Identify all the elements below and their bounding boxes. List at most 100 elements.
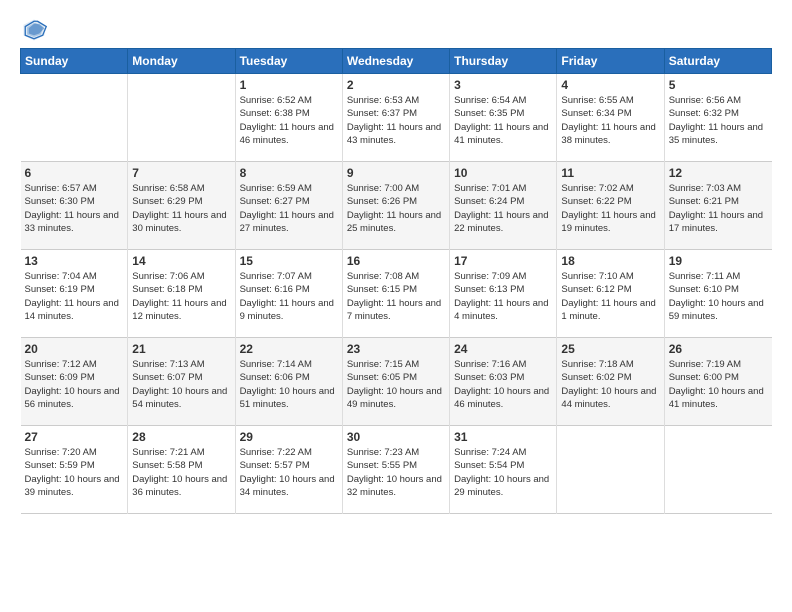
day-number: 24 (454, 342, 552, 356)
calendar-week-row: 1Sunrise: 6:52 AM Sunset: 6:38 PM Daylig… (21, 74, 772, 162)
day-info: Sunrise: 6:53 AM Sunset: 6:37 PM Dayligh… (347, 94, 445, 147)
day-info: Sunrise: 7:00 AM Sunset: 6:26 PM Dayligh… (347, 182, 445, 235)
calendar-cell: 7 Sunrise: 6:58 AM Sunset: 6:29 PM Daylig… (128, 162, 235, 250)
day-info: Sunrise: 7:03 AM Sunset: 6:21 PM Dayligh… (669, 182, 768, 235)
page-header (20, 16, 772, 44)
day-info: Sunrise: 7:15 AM Sunset: 6:05 PM Dayligh… (347, 358, 445, 411)
day-number: 18 (561, 254, 659, 268)
day-info: Sunrise: 7:20 AM Sunset: 5:59 PM Dayligh… (25, 446, 124, 499)
calendar-cell: 12 Sunrise: 7:03 AM Sunset: 6:21 PM Dayli… (664, 162, 771, 250)
day-number: 30 (347, 430, 445, 444)
calendar-cell: 18 Sunrise: 7:10 AM Sunset: 6:12 PM Dayli… (557, 250, 664, 338)
calendar-cell: 28Sunrise: 7:21 AM Sunset: 5:58 PM Dayli… (128, 426, 235, 514)
day-info: Sunrise: 6:55 AM Sunset: 6:34 PM Dayligh… (561, 94, 659, 147)
logo-icon (20, 16, 48, 44)
day-number: 10 (454, 166, 552, 180)
calendar-cell: 23 Sunrise: 7:15 AM Sunset: 6:05 PM Dayli… (342, 338, 449, 426)
calendar-cell: 5Sunrise: 6:56 AM Sunset: 6:32 PM Daylig… (664, 74, 771, 162)
day-number: 7 (132, 166, 230, 180)
calendar-cell: 22 Sunrise: 7:14 AM Sunset: 6:06 PM Dayli… (235, 338, 342, 426)
day-number: 4 (561, 78, 659, 92)
calendar-cell: 3 Sunrise: 6:54 AM Sunset: 6:35 PM Daylig… (450, 74, 557, 162)
day-info: Sunrise: 7:24 AM Sunset: 5:54 PM Dayligh… (454, 446, 552, 499)
day-of-week-header: Monday (128, 49, 235, 74)
calendar-cell: 10 Sunrise: 7:01 AM Sunset: 6:24 PM Dayli… (450, 162, 557, 250)
day-info: Sunrise: 7:06 AM Sunset: 6:18 PM Dayligh… (132, 270, 230, 323)
day-info: Sunrise: 7:09 AM Sunset: 6:13 PM Dayligh… (454, 270, 552, 323)
day-info: Sunrise: 7:11 AM Sunset: 6:10 PM Dayligh… (669, 270, 768, 323)
day-info: Sunrise: 7:22 AM Sunset: 5:57 PM Dayligh… (240, 446, 338, 499)
calendar-cell: 30 Sunrise: 7:23 AM Sunset: 5:55 PM Dayli… (342, 426, 449, 514)
calendar-cell: 4 Sunrise: 6:55 AM Sunset: 6:34 PM Daylig… (557, 74, 664, 162)
day-number: 15 (240, 254, 338, 268)
day-number: 3 (454, 78, 552, 92)
calendar-cell: 31 Sunrise: 7:24 AM Sunset: 5:54 PM Dayli… (450, 426, 557, 514)
day-of-week-header: Wednesday (342, 49, 449, 74)
calendar-cell: 14 Sunrise: 7:06 AM Sunset: 6:18 PM Dayli… (128, 250, 235, 338)
day-info: Sunrise: 7:16 AM Sunset: 6:03 PM Dayligh… (454, 358, 552, 411)
day-number: 9 (347, 166, 445, 180)
day-of-week-header: Tuesday (235, 49, 342, 74)
calendar-header: SundayMondayTuesdayWednesdayThursdayFrid… (21, 49, 772, 74)
calendar-cell: 2 Sunrise: 6:53 AM Sunset: 6:37 PM Daylig… (342, 74, 449, 162)
calendar-cell: 8 Sunrise: 6:59 AM Sunset: 6:27 PM Daylig… (235, 162, 342, 250)
day-number: 22 (240, 342, 338, 356)
calendar-cell: 6 Sunrise: 6:57 AM Sunset: 6:30 PM Daylig… (21, 162, 128, 250)
day-number: 25 (561, 342, 659, 356)
day-number: 12 (669, 166, 768, 180)
calendar-table: SundayMondayTuesdayWednesdayThursdayFrid… (20, 48, 772, 514)
day-info: Sunrise: 7:01 AM Sunset: 6:24 PM Dayligh… (454, 182, 552, 235)
day-info: Sunrise: 7:02 AM Sunset: 6:22 PM Dayligh… (561, 182, 659, 235)
day-info: Sunrise: 7:14 AM Sunset: 6:06 PM Dayligh… (240, 358, 338, 411)
day-number: 6 (25, 166, 124, 180)
calendar-cell: 1Sunrise: 6:52 AM Sunset: 6:38 PM Daylig… (235, 74, 342, 162)
calendar-cell: 20Sunrise: 7:12 AM Sunset: 6:09 PM Dayli… (21, 338, 128, 426)
day-info: Sunrise: 6:54 AM Sunset: 6:35 PM Dayligh… (454, 94, 552, 147)
day-info: Sunrise: 7:10 AM Sunset: 6:12 PM Dayligh… (561, 270, 659, 323)
day-of-week-header: Friday (557, 49, 664, 74)
day-info: Sunrise: 7:18 AM Sunset: 6:02 PM Dayligh… (561, 358, 659, 411)
day-number: 31 (454, 430, 552, 444)
calendar-cell: 16Sunrise: 7:08 AM Sunset: 6:15 PM Dayli… (342, 250, 449, 338)
calendar-cell (664, 426, 771, 514)
day-of-week-header: Sunday (21, 49, 128, 74)
calendar-cell: 13Sunrise: 7:04 AM Sunset: 6:19 PM Dayli… (21, 250, 128, 338)
calendar-cell: 11 Sunrise: 7:02 AM Sunset: 6:22 PM Dayli… (557, 162, 664, 250)
calendar-week-row: 6 Sunrise: 6:57 AM Sunset: 6:30 PM Daylig… (21, 162, 772, 250)
day-number: 21 (132, 342, 230, 356)
calendar-cell: 21 Sunrise: 7:13 AM Sunset: 6:07 PM Dayli… (128, 338, 235, 426)
calendar-cell (557, 426, 664, 514)
calendar-body: 1Sunrise: 6:52 AM Sunset: 6:38 PM Daylig… (21, 74, 772, 514)
calendar-cell: 17 Sunrise: 7:09 AM Sunset: 6:13 PM Dayli… (450, 250, 557, 338)
days-of-week-row: SundayMondayTuesdayWednesdayThursdayFrid… (21, 49, 772, 74)
day-info: Sunrise: 6:58 AM Sunset: 6:29 PM Dayligh… (132, 182, 230, 235)
day-number: 14 (132, 254, 230, 268)
day-number: 11 (561, 166, 659, 180)
day-number: 19 (669, 254, 768, 268)
day-number: 23 (347, 342, 445, 356)
day-number: 28 (132, 430, 230, 444)
day-info: Sunrise: 7:12 AM Sunset: 6:09 PM Dayligh… (25, 358, 124, 411)
day-info: Sunrise: 7:23 AM Sunset: 5:55 PM Dayligh… (347, 446, 445, 499)
calendar-cell: 15Sunrise: 7:07 AM Sunset: 6:16 PM Dayli… (235, 250, 342, 338)
day-number: 1 (240, 78, 338, 92)
day-number: 13 (25, 254, 124, 268)
day-number: 27 (25, 430, 124, 444)
day-number: 5 (669, 78, 768, 92)
day-number: 16 (347, 254, 445, 268)
day-info: Sunrise: 7:19 AM Sunset: 6:00 PM Dayligh… (669, 358, 768, 411)
calendar-cell: 29Sunrise: 7:22 AM Sunset: 5:57 PM Dayli… (235, 426, 342, 514)
calendar-cell (21, 74, 128, 162)
calendar-week-row: 27 Sunrise: 7:20 AM Sunset: 5:59 PM Dayli… (21, 426, 772, 514)
day-number: 2 (347, 78, 445, 92)
day-info: Sunrise: 6:59 AM Sunset: 6:27 PM Dayligh… (240, 182, 338, 235)
calendar-cell (128, 74, 235, 162)
day-info: Sunrise: 7:13 AM Sunset: 6:07 PM Dayligh… (132, 358, 230, 411)
day-info: Sunrise: 6:57 AM Sunset: 6:30 PM Dayligh… (25, 182, 124, 235)
day-number: 8 (240, 166, 338, 180)
calendar-week-row: 13Sunrise: 7:04 AM Sunset: 6:19 PM Dayli… (21, 250, 772, 338)
logo (20, 16, 52, 44)
day-of-week-header: Thursday (450, 49, 557, 74)
day-number: 17 (454, 254, 552, 268)
calendar-cell: 26Sunrise: 7:19 AM Sunset: 6:00 PM Dayli… (664, 338, 771, 426)
